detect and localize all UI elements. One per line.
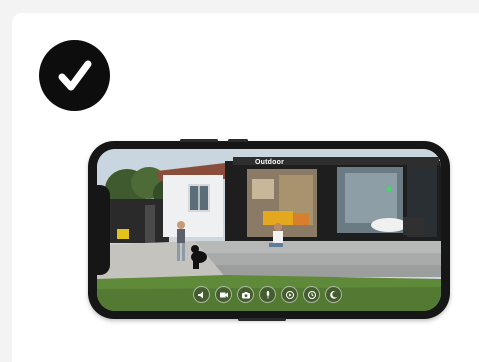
phone-mockup: Outdoor bbox=[88, 139, 450, 321]
camera-name-label: Outdoor bbox=[255, 159, 285, 166]
checkmark-icon bbox=[58, 60, 91, 90]
siren-icon[interactable] bbox=[303, 286, 320, 303]
phone-notch bbox=[97, 185, 110, 275]
checkmark-badge bbox=[39, 40, 110, 111]
video-record-icon[interactable] bbox=[215, 286, 232, 303]
alarm-icon[interactable] bbox=[325, 286, 342, 303]
camera-live-view: Outdoor bbox=[97, 149, 441, 311]
snapshot-icon[interactable] bbox=[237, 286, 254, 303]
camera-control-bar bbox=[193, 286, 342, 303]
microphone-icon[interactable] bbox=[259, 286, 276, 303]
speaker-icon[interactable] bbox=[193, 286, 210, 303]
phone-side-button bbox=[228, 139, 248, 142]
playback-icon[interactable] bbox=[281, 286, 298, 303]
phone-volume-button bbox=[180, 139, 218, 142]
phone-power-button bbox=[238, 318, 286, 321]
